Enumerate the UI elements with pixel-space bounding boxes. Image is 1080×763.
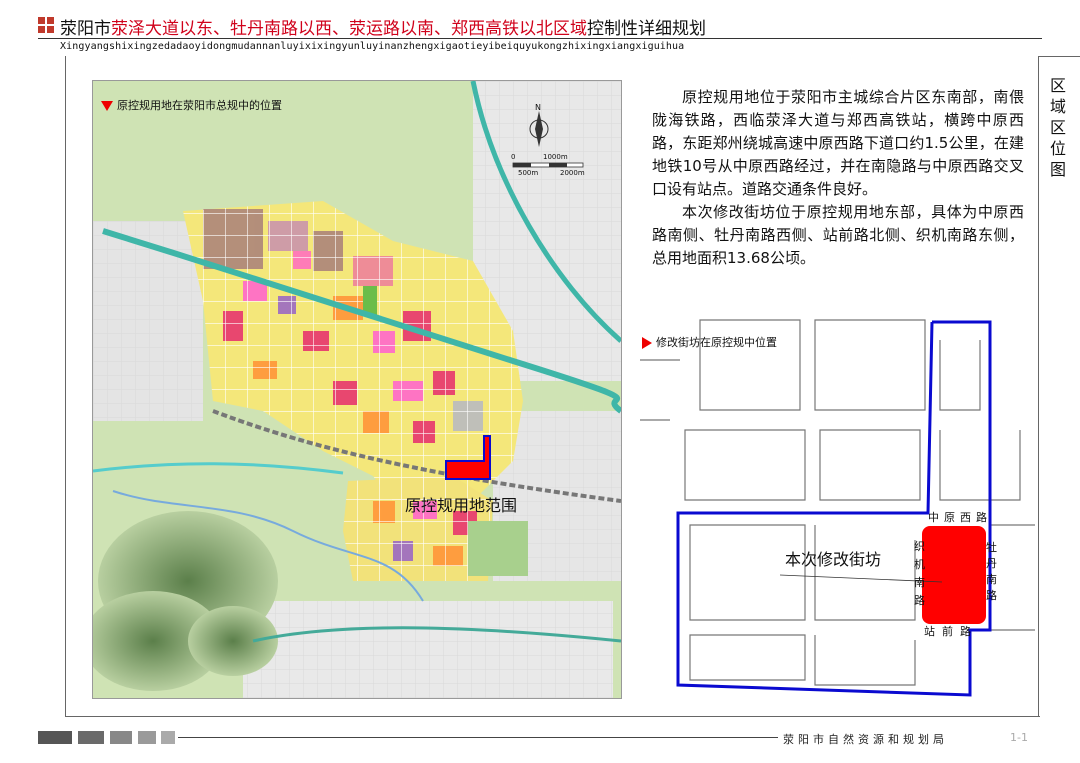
description-paragraph-1: 原控规用地位于荥阳市主城综合片区东南部，南偎陇海铁路，西临荥泽大道与郑西高铁站，…: [652, 88, 1024, 198]
frame-right: [1038, 56, 1039, 716]
modified-block-label: 本次修改街坊: [785, 550, 882, 569]
right-map-caption: 修改街坊在原控规中位置: [642, 334, 777, 350]
caption-triangle-icon: [101, 101, 113, 111]
logo-square: [47, 26, 54, 33]
overall-plan-map-graphic: [83, 80, 623, 698]
logo-square: [47, 17, 54, 24]
road-label-north: 中原西路: [928, 511, 992, 524]
scale-label-2000: 2000m: [560, 169, 585, 177]
block-location-map-graphic: [640, 319, 1035, 697]
road-label-south: 站前路: [924, 625, 978, 638]
frame-left: [65, 56, 66, 716]
scale-label-0: 0: [511, 153, 516, 161]
title-prefix: 荥阳市: [60, 19, 111, 39]
title-pinyin: Xingyangshixingzedadaoyidongmudannanluyi…: [60, 41, 685, 52]
description-paragraph-2: 本次修改街坊位于原控规用地东部，具体为中原西路南侧、牡丹南路西侧、站前路北侧、织…: [652, 203, 1024, 267]
logo-square: [38, 17, 45, 24]
footer-block: [78, 731, 104, 744]
scale-label-1000: 1000m: [543, 153, 568, 161]
original-plan-area-label: 原控规用地范围: [405, 496, 518, 515]
road-label-west: 织机南路: [914, 540, 925, 607]
left-map-caption: 原控规用地在荥阳市总规中的位置: [101, 97, 282, 113]
sidebar-title: 区域区位图: [1049, 76, 1066, 179]
title-highlight: 荥泽大道以东、牡丹南路以西、荥运路以南、郑西高铁以北区域: [111, 19, 587, 39]
description: 原控规用地位于荥阳市主城综合片区东南部，南偎陇海铁路，西临荥泽大道与郑西高铁站，…: [652, 86, 1024, 270]
road-label-east: 牡丹南路: [986, 541, 997, 602]
footer-block: [110, 731, 132, 744]
page-title: 荥阳市荥泽大道以东、牡丹南路以西、荥运路以南、郑西高铁以北区域控制性详细规划: [60, 14, 706, 39]
north-label: N: [535, 103, 541, 112]
footer-block: [138, 731, 156, 744]
block-location-map: 修改街坊在原控规中位置 本次修改街坊 中原西路 牡丹南路 织机南路 站前路: [640, 300, 1035, 700]
footer-page-number: 1-1: [1010, 731, 1028, 744]
footer-rule: [178, 737, 778, 738]
logo-square: [38, 26, 45, 33]
scale-label-500: 500m: [518, 169, 539, 177]
overall-plan-map: 原控规用地在荥阳市总规中的位置 N 0 1000m 500m 2000m 原控规…: [83, 80, 623, 699]
title-suffix: 控制性详细规划: [587, 19, 706, 39]
footer-block: [38, 731, 72, 744]
caption-triangle-icon: [642, 337, 652, 349]
footer-block: [161, 731, 175, 744]
frame-top-side: [1038, 56, 1080, 57]
frame-bottom: [65, 716, 1040, 717]
footer-organization: 荥阳市自然资源和规划局: [783, 733, 948, 746]
header-rule: [38, 38, 1042, 39]
